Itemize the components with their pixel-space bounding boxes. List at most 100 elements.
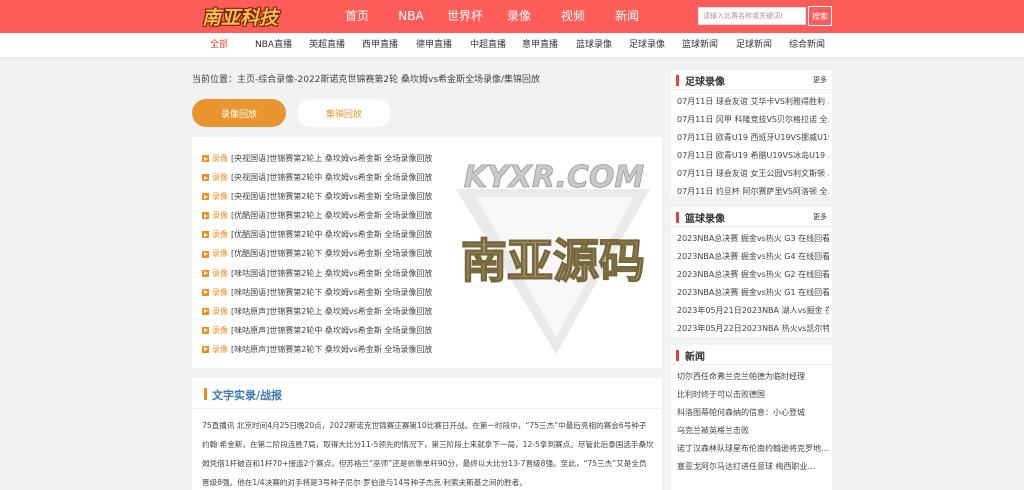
video-title[interactable]: [咪咕原声]世锦赛第2轮下 桑坎姆vs希金斯 全场录像回放 [231, 340, 432, 359]
video-title[interactable]: [优酷国语]世锦赛第2轮中 桑坎姆vs希金斯 全场录像回放 [231, 225, 432, 244]
subnav-general-news[interactable]: 综合新闻 [789, 33, 825, 58]
basketball-replays-box: 篮球录像 更多 2023NBA总决赛 掘金vs热火 G3 在线回看… 2023N… [671, 207, 832, 337]
subnav-bundesliga-live[interactable]: 德甲直播 [416, 33, 452, 58]
search-input[interactable] [698, 7, 806, 25]
list-item[interactable]: 2023年05月22日2023NBA 热火vs凯尔特… [677, 320, 829, 337]
tab-replay[interactable]: 录像回放 [192, 99, 286, 127]
watermark-logo: KYXR.COM 南亚源码 [456, 160, 650, 354]
list-item[interactable]: 2023年05月21日2023NBA 湖人vs掘金 在… [677, 302, 829, 320]
site-logo[interactable]: 南亚科技 [198, 2, 282, 31]
video-list-item[interactable]: 录像 [优酷国语]世锦赛第2轮中 桑坎姆vs希金斯 全场录像回放 [202, 225, 432, 244]
video-tag: 录像 [212, 287, 228, 297]
header-marker [676, 75, 679, 86]
subnav-basketball-replays[interactable]: 篮球录像 [576, 33, 612, 58]
match-report-text: 75直播讯 北京时间4月25日晚20点，2022斯诺克世锦赛正赛第10比赛日开战… [202, 421, 654, 487]
more-link[interactable]: 更多 [813, 212, 827, 222]
section-marker [204, 388, 207, 400]
main-nav-nba[interactable]: NBA [384, 0, 438, 33]
play-icon [202, 307, 209, 315]
video-tag: 录像 [212, 173, 228, 183]
video-title[interactable]: [央视国语]世锦赛第2轮中 桑坎姆vs希金斯 全场录像回放 [231, 168, 432, 187]
list-item[interactable]: 07月11日 欧青U19 希腊U19VS冰岛U19 … [677, 147, 829, 165]
video-list-item[interactable]: 录像 [央视国语]世锦赛第2轮下 桑坎姆vs希金斯 全场录像回放 [202, 187, 432, 206]
play-icon [202, 174, 209, 182]
subnav-football-news[interactable]: 足球新闻 [736, 33, 772, 58]
video-list-item[interactable]: 录像 [咪咕原声]世锦赛第2轮中 桑坎姆vs希金斯 全场录像回放 [202, 321, 432, 340]
subnav-seriea-live[interactable]: 意甲直播 [522, 33, 558, 58]
list-item[interactable]: 塞亚戈阿尔马达打进任意球 梅西职业… [677, 458, 829, 476]
list-item[interactable]: 比利时终于可以击败德国 [677, 386, 829, 404]
play-icon [202, 212, 209, 220]
basketball-replays-header: 篮球录像 更多 [671, 207, 832, 227]
video-list-item[interactable]: 录像 [咪咕国语]世锦赛第2轮上 桑坎姆vs希金斯 全场录像回放 [202, 264, 432, 283]
watermark-domain: KYXR.COM [464, 160, 645, 195]
list-item[interactable]: 2023NBA总决赛 掘金vs热火 G1 在线回看… [677, 284, 829, 302]
play-icon [202, 326, 209, 334]
main-nav-worldcup[interactable]: 世界杯 [438, 0, 492, 33]
video-list-item[interactable]: 录像 [咪咕原声]世锦赛第2轮上 桑坎姆vs希金斯 全场录像回放 [202, 302, 432, 321]
video-title[interactable]: [咪咕原声]世锦赛第2轮中 桑坎姆vs希金斯 全场录像回放 [231, 321, 432, 340]
play-icon [202, 193, 209, 201]
list-item[interactable]: 07月11日 球会友谊 女王公园VS利文斯顿 … [677, 165, 829, 183]
section-divider [192, 408, 662, 409]
main-nav: 首页 NBA 世界杯 录像 视频 新闻 [330, 0, 654, 33]
video-title[interactable]: [央视国语]世锦赛第2轮上 桑坎姆vs希金斯 全场录像回放 [231, 149, 432, 168]
video-title[interactable]: [咪咕国语]世锦赛第2轮上 桑坎姆vs希金斯 全场录像回放 [231, 264, 432, 283]
video-list-item[interactable]: 录像 [咪咕原声]世锦赛第2轮下 桑坎姆vs希金斯 全场录像回放 [202, 340, 432, 359]
video-list-item[interactable]: 录像 [央视国语]世锦赛第2轮中 桑坎姆vs希金斯 全场录像回放 [202, 168, 432, 187]
main-nav-videos[interactable]: 视频 [546, 0, 600, 33]
video-title[interactable]: [优酷国语]世锦赛第2轮上 桑坎姆vs希金斯 全场录像回放 [231, 206, 432, 225]
play-icon [202, 155, 209, 163]
video-list-item[interactable]: 录像 [央视国语]世锦赛第2轮上 桑坎姆vs希金斯 全场录像回放 [202, 149, 432, 168]
subnav-all[interactable]: 全部 [210, 33, 228, 58]
play-icon [202, 269, 209, 277]
video-title[interactable]: [央视国语]世锦赛第2轮下 桑坎姆vs希金斯 全场录像回放 [231, 187, 432, 206]
tab-highlights[interactable]: 集锦回放 [297, 99, 391, 127]
list-item[interactable]: 07月11日 约旦杯 阿尔赛萨里VS阿洛顿 全… [677, 183, 829, 196]
search-button[interactable]: 搜索 [808, 6, 832, 26]
list-item[interactable]: 2023NBA总决赛 掘金vs热火 G3 在线回看… [677, 230, 829, 248]
video-title[interactable]: [咪咕原声]世锦赛第2轮上 桑坎姆vs希金斯 全场录像回放 [231, 302, 432, 321]
subnav-nba-live[interactable]: NBA直播 [255, 33, 292, 58]
list-item[interactable]: 乌克兰被英格兰击败 [677, 422, 829, 440]
football-replays-box: 足球录像 更多 07月11日 球会友谊 艾华卡VS利雅得胜利 … 07月11日 … [671, 70, 832, 196]
subnav-laliga-live[interactable]: 西甲直播 [362, 33, 398, 58]
header-marker [676, 350, 679, 361]
main-nav-news[interactable]: 新闻 [600, 0, 654, 33]
football-replays-list: 07月11日 球会友谊 艾华卡VS利雅得胜利 … 07月11日 冈甲 科隆竞技V… [671, 90, 832, 196]
subnav-epl-live[interactable]: 英超直播 [309, 33, 345, 58]
subnav-basketball-news[interactable]: 篮球新闻 [682, 33, 718, 58]
top-header: 南亚科技 首页 NBA 世界杯 录像 视频 新闻 搜索 [0, 0, 1024, 33]
subnav-football-replays[interactable]: 足球录像 [629, 33, 665, 58]
more-link[interactable]: 更多 [813, 75, 827, 85]
news-title: 新闻 [685, 352, 705, 363]
list-item[interactable]: 07月11日 欧青U19 西班牙U19VS挪威U19… [677, 129, 829, 147]
news-box: 新闻 切尔西任命弗兰克兰帕德为临时经理 比利时终于可以击败德国 科洛图蒂帕何森纳… [671, 345, 832, 490]
play-icon [202, 288, 209, 296]
match-report-panel: 文字实录/战报 75直播讯 北京时间4月25日晚20点，2022斯诺克世锦赛正赛… [192, 378, 662, 490]
logo-text: 南亚科技 [201, 7, 278, 29]
watermark-brand: 南亚源码 [461, 234, 645, 288]
main-nav-replays[interactable]: 录像 [492, 0, 546, 33]
header-marker [676, 212, 679, 223]
list-item[interactable]: 07月11日 球会友谊 艾华卡VS利雅得胜利 … [677, 93, 829, 111]
video-title[interactable]: [优酷国语]世锦赛第2轮下 桑坎姆vs希金斯 全场录像回放 [231, 244, 432, 263]
video-tag: 录像 [212, 249, 228, 259]
video-list-item[interactable]: 录像 [优酷国语]世锦赛第2轮下 桑坎姆vs希金斯 全场录像回放 [202, 244, 432, 263]
list-item[interactable]: 诺丁汉森林队球星布伦南约翰逊将克罗地… [677, 440, 829, 458]
video-tag: 录像 [212, 211, 228, 221]
video-tag: 录像 [212, 306, 228, 316]
list-item[interactable]: 科洛图蒂帕何森纳的信息：小心登城 [677, 404, 829, 422]
list-item[interactable]: 07月11日 冈甲 科隆竞技VS贝尔格拉诺 全… [677, 111, 829, 129]
subnav-csl-live[interactable]: 中超直播 [470, 33, 506, 58]
main-nav-home[interactable]: 首页 [330, 0, 384, 33]
video-list-item[interactable]: 录像 [咪咕国语]世锦赛第2轮下 桑坎姆vs希金斯 全场录像回放 [202, 283, 432, 302]
video-tag: 录像 [212, 154, 228, 163]
play-icon [202, 231, 209, 239]
list-item[interactable]: 2023NBA总决赛 掘金vs热火 G4 在线回看… [677, 248, 829, 266]
video-title[interactable]: [咪咕国语]世锦赛第2轮下 桑坎姆vs希金斯 全场录像回放 [231, 283, 432, 302]
list-item[interactable]: 2023NBA总决赛 掘金vs热火 G2 在线回看… [677, 266, 829, 284]
list-item[interactable]: 切尔西任命弗兰克兰帕德为临时经理 [677, 368, 829, 386]
video-list-item[interactable]: 录像 [优酷国语]世锦赛第2轮上 桑坎姆vs希金斯 全场录像回放 [202, 206, 432, 225]
video-tag: 录像 [212, 192, 228, 202]
